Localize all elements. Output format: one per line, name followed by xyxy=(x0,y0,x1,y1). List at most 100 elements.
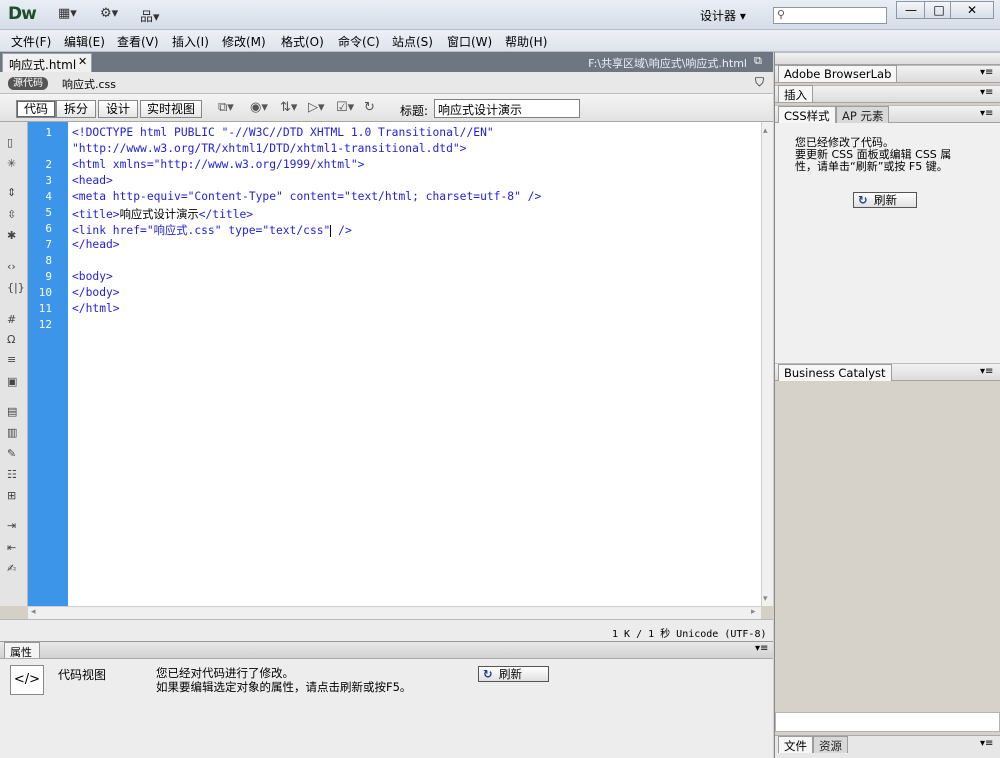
business-catalyst-body xyxy=(775,381,1000,735)
word-wrap-icon[interactable]: ≡ xyxy=(7,353,16,366)
panel-menu-icon[interactable]: ▾≡ xyxy=(755,643,768,654)
panel-collapse-bar[interactable] xyxy=(775,52,1000,65)
preview-browser-icon[interactable]: ◉▾ xyxy=(250,100,268,115)
scroll-left-icon[interactable]: ◂ xyxy=(31,607,36,617)
code-line[interactable]: "http://www.w3.org/TR/xhtml1/DTD/xhtml1-… xyxy=(72,142,466,155)
check-browser-icon[interactable]: ▷▾ xyxy=(308,100,325,115)
vertical-scrollbar[interactable] xyxy=(761,122,773,606)
live-view-button[interactable]: 实时视图 xyxy=(140,100,202,118)
horizontal-scrollbar[interactable] xyxy=(28,606,761,619)
assets-tab[interactable]: 资源 xyxy=(813,736,848,753)
line-numbers-icon[interactable]: # xyxy=(7,313,16,326)
insert-tab[interactable]: 插入 xyxy=(778,85,813,102)
syntax-coloring-icon[interactable]: ▣ xyxy=(7,375,17,388)
remove-comment-icon[interactable]: ▥ xyxy=(7,426,17,439)
code-tag: <link href=" xyxy=(72,224,154,237)
properties-header xyxy=(0,641,773,659)
filter-icon[interactable]: ⛉ xyxy=(755,75,764,90)
highlight-invalid-icon[interactable]: Ω xyxy=(7,333,15,346)
refresh-icon: ↻ xyxy=(483,667,493,681)
code-line[interactable]: <title>响应式设计演示</title> xyxy=(72,206,253,222)
menu-modify[interactable]: 修改(M) xyxy=(222,33,266,50)
line-number: 4 xyxy=(45,190,52,203)
code-line[interactable]: <html xmlns="http://www.w3.org/1999/xhtm… xyxy=(72,158,364,171)
multiscreen-icon[interactable]: ⧉▾ xyxy=(218,100,234,115)
code-view-button[interactable]: 代码 xyxy=(16,100,56,118)
open-documents-icon[interactable]: ▯ xyxy=(7,136,13,149)
files-tab[interactable]: 文件 xyxy=(778,736,813,753)
menu-format[interactable]: 格式(O) xyxy=(281,33,324,50)
menu-view[interactable]: 查看(V) xyxy=(117,33,159,50)
split-view-button[interactable]: 拆分 xyxy=(56,100,96,118)
properties-refresh-button[interactable]: ↻ 刷新 xyxy=(478,666,549,682)
format-source-icon[interactable]: ✍ xyxy=(7,562,16,575)
layout-icon[interactable]: ▦▾ xyxy=(58,6,77,24)
code-line[interactable]: </html> xyxy=(72,302,120,315)
wrap-tag-icon[interactable]: ✎ xyxy=(7,447,16,460)
browserlab-tab[interactable]: Adobe BrowserLab xyxy=(778,65,898,82)
search-input[interactable]: ⚲ xyxy=(773,7,887,24)
refresh-icon[interactable]: ↻ xyxy=(364,100,375,115)
panel-menu-icon[interactable]: ▾≡ xyxy=(980,67,993,78)
menu-window[interactable]: 窗口(W) xyxy=(447,33,492,50)
document-path: F:\共享区域\响应式\响应式.html xyxy=(588,57,747,70)
code-line[interactable]: <link href="响应式.css" type="text/css" /> xyxy=(72,222,352,238)
close-button[interactable]: ✕ xyxy=(950,1,994,19)
outdent-code-icon[interactable]: ⇤ xyxy=(7,541,16,554)
minimize-button[interactable]: — xyxy=(896,1,926,19)
menu-help[interactable]: 帮助(H) xyxy=(505,33,547,50)
panel-menu-icon[interactable]: ▾≡ xyxy=(980,87,993,98)
close-tab-icon[interactable]: ✕ xyxy=(78,55,87,68)
css-panel-message: 您已经修改了代码。 要更新 CSS 面板或编辑 CSS 属性，请单击“刷新”或按 … xyxy=(795,136,952,173)
collapse-full-tag-icon[interactable]: ⇕ xyxy=(7,186,16,199)
line-number: 10 xyxy=(38,286,52,299)
code-line[interactable]: </body> xyxy=(72,286,120,299)
workspace-switcher[interactable]: 设计器 ▾ xyxy=(700,7,746,24)
related-file-css[interactable]: 响应式.css xyxy=(62,76,116,92)
title-field[interactable]: 响应式设计演示 xyxy=(434,99,580,118)
code-view-icon: </> xyxy=(10,665,44,695)
line-number: 8 xyxy=(45,254,52,267)
css-refresh-button[interactable]: ↻ 刷新 xyxy=(853,192,917,208)
panel-menu-icon[interactable]: ▾≡ xyxy=(980,366,993,377)
expand-all-icon[interactable]: ✱ xyxy=(7,229,16,242)
select-parent-tag-icon[interactable]: ‹› xyxy=(7,260,16,273)
design-view-button[interactable]: 设计 xyxy=(98,100,138,118)
code-line[interactable]: <head> xyxy=(72,174,113,187)
code-line[interactable]: </head> xyxy=(72,238,120,251)
scroll-down-icon[interactable]: ▾ xyxy=(763,594,768,604)
scroll-up-icon[interactable]: ▴ xyxy=(763,126,768,136)
business-catalyst-tab[interactable]: Business Catalyst xyxy=(778,364,892,381)
apply-comment-icon[interactable]: ▤ xyxy=(7,405,17,418)
gear-icon[interactable]: ⚙▾ xyxy=(100,6,118,24)
show-code-navigator-icon[interactable]: ✳ xyxy=(7,157,16,170)
menu-commands[interactable]: 命令(C) xyxy=(338,33,380,50)
collapse-selection-icon[interactable]: ⇳ xyxy=(7,208,16,221)
recent-snippets-icon[interactable]: ☷ xyxy=(7,468,17,481)
restore-icon[interactable]: ⧉ xyxy=(754,54,762,68)
source-code-button[interactable]: 源代码 xyxy=(8,77,48,90)
menu-file[interactable]: 文件(F) xyxy=(11,33,51,50)
site-map-icon[interactable]: 品▾ xyxy=(140,6,160,25)
code-line[interactable]: <!DOCTYPE html PUBLIC "-//W3C//DTD XHTML… xyxy=(72,126,494,139)
properties-tab[interactable]: 属性 xyxy=(4,642,40,659)
dreamweaver-logo: Dw xyxy=(8,4,37,24)
code-view-label: 代码视图 xyxy=(58,668,107,682)
files-path-field[interactable] xyxy=(775,712,1000,732)
menu-site[interactable]: 站点(S) xyxy=(392,33,433,50)
panel-menu-icon[interactable]: ▾≡ xyxy=(980,108,993,119)
ap-elements-tab[interactable]: AP 元素 xyxy=(836,106,890,123)
code-line[interactable]: <meta http-equiv="Content-Type" content=… xyxy=(72,190,541,203)
panel-menu-icon[interactable]: ▾≡ xyxy=(980,738,993,749)
menu-insert[interactable]: 插入(I) xyxy=(172,33,209,50)
menu-edit[interactable]: 编辑(E) xyxy=(64,33,105,50)
line-number: 9 xyxy=(45,270,52,283)
code-line[interactable]: <body> xyxy=(72,270,113,283)
css-styles-tab[interactable]: CSS样式 xyxy=(778,106,836,123)
balance-braces-icon[interactable]: {|} xyxy=(7,281,25,294)
indent-code-icon[interactable]: ⇥ xyxy=(7,519,16,532)
validate-icon[interactable]: ☑▾ xyxy=(336,100,354,115)
scroll-right-icon[interactable]: ▸ xyxy=(751,607,756,617)
file-management-icon[interactable]: ⇅▾ xyxy=(280,100,297,115)
move-css-icon[interactable]: ⊞ xyxy=(7,489,16,502)
